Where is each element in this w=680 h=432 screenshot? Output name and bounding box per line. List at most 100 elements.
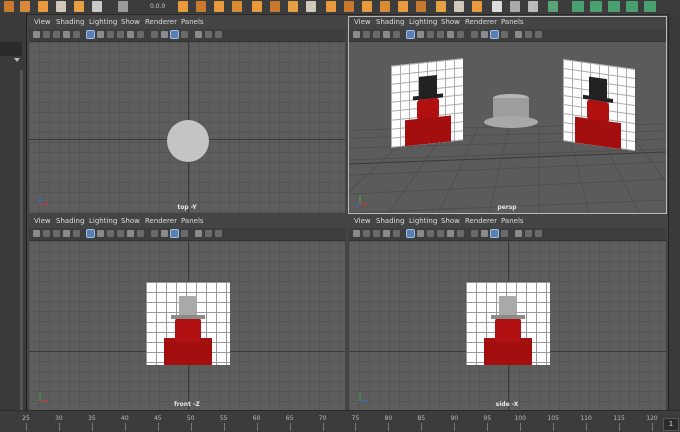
loft-icon[interactable] <box>416 1 426 12</box>
menu-panels[interactable]: Panels <box>181 18 204 27</box>
menu-show[interactable]: Show <box>441 217 460 226</box>
gate-mask-icon[interactable] <box>117 230 124 237</box>
chevron-down-icon[interactable] <box>14 58 20 62</box>
field-chart-icon[interactable] <box>447 230 454 237</box>
menu-panels[interactable]: Panels <box>501 217 524 226</box>
camera-attributes-icon[interactable] <box>373 31 380 38</box>
paint-tool-icon[interactable] <box>38 1 48 12</box>
menu-lighting[interactable]: Lighting <box>89 217 117 226</box>
viewport-canvas[interactable]: persp <box>349 42 666 213</box>
shadows-icon[interactable] <box>195 230 202 237</box>
safe-action-icon[interactable] <box>457 230 464 237</box>
gate-mask-icon[interactable] <box>117 31 124 38</box>
time-slider[interactable]: 25 30 35 40 45 50 55 60 65 70 75 80 85 90 95 100 105 110 1… <box>0 410 680 432</box>
grid-icon[interactable] <box>406 30 415 39</box>
menu-shading[interactable]: Shading <box>56 217 84 226</box>
grid-icon[interactable] <box>86 229 95 238</box>
xray-icon[interactable] <box>205 31 212 38</box>
camera-attributes-icon[interactable] <box>53 31 60 38</box>
safe-action-icon[interactable] <box>137 230 144 237</box>
pencil-curve-icon[interactable] <box>362 1 372 12</box>
bookmark-icon[interactable] <box>383 230 390 237</box>
rotate-tool-icon[interactable] <box>74 1 84 12</box>
image-plane-icon[interactable] <box>393 230 400 237</box>
viewport-top[interactable]: View Shading Lighting Show Renderer Pane… <box>29 17 345 213</box>
camera-icon[interactable] <box>118 1 128 12</box>
menu-renderer[interactable]: Renderer <box>465 18 497 27</box>
select-camera-icon[interactable] <box>33 230 40 237</box>
resolution-gate-icon[interactable] <box>107 230 114 237</box>
menu-show[interactable]: Show <box>441 18 460 27</box>
isolate-icon[interactable] <box>535 31 542 38</box>
wireframe-icon[interactable] <box>151 230 158 237</box>
menu-shading[interactable]: Shading <box>376 217 404 226</box>
cylinder-icon[interactable] <box>214 1 224 12</box>
camera-attributes-icon[interactable] <box>53 230 60 237</box>
menu-lighting[interactable]: Lighting <box>409 18 437 27</box>
attribute-editor-icon[interactable] <box>608 1 620 12</box>
menu-panels[interactable]: Panels <box>181 217 204 226</box>
bookmark-icon[interactable] <box>63 31 70 38</box>
viewport-persp[interactable]: View Shading Lighting Show Renderer Pane… <box>348 16 667 214</box>
wireframe-icon[interactable] <box>151 31 158 38</box>
menu-show[interactable]: Show <box>121 18 140 27</box>
bookmark-icon[interactable] <box>383 31 390 38</box>
arc-tool-icon[interactable] <box>380 1 390 12</box>
field-chart-icon[interactable] <box>127 230 134 237</box>
camera-attributes-icon[interactable] <box>373 230 380 237</box>
gate-mask-icon[interactable] <box>437 31 444 38</box>
textured-icon[interactable] <box>170 30 179 39</box>
move-tool-icon[interactable] <box>56 1 66 12</box>
select-tool-icon[interactable] <box>4 1 14 12</box>
lock-camera-icon[interactable] <box>363 230 370 237</box>
menu-renderer[interactable]: Renderer <box>145 217 177 226</box>
isolate-icon[interactable] <box>215 230 222 237</box>
image-plane-icon[interactable] <box>73 230 80 237</box>
hypershade-icon[interactable] <box>572 1 584 12</box>
menu-lighting[interactable]: Lighting <box>409 217 437 226</box>
safe-action-icon[interactable] <box>457 31 464 38</box>
textured-icon[interactable] <box>490 229 499 238</box>
lock-camera-icon[interactable] <box>363 31 370 38</box>
bevel-icon[interactable] <box>472 1 482 12</box>
render-icon[interactable] <box>528 1 538 12</box>
select-camera-icon[interactable] <box>33 31 40 38</box>
viewport-canvas[interactable]: front -Z <box>29 241 345 410</box>
viewport-canvas[interactable]: side -X <box>349 241 666 410</box>
toolbox-tab[interactable] <box>0 42 22 56</box>
plane-icon[interactable] <box>252 1 262 12</box>
ep-curve-icon[interactable] <box>344 1 354 12</box>
resolution-gate-icon[interactable] <box>427 31 434 38</box>
wireframe-icon[interactable] <box>471 31 478 38</box>
xray-icon[interactable] <box>525 230 532 237</box>
smooth-shade-icon[interactable] <box>161 230 168 237</box>
field-chart-icon[interactable] <box>447 31 454 38</box>
revolve-icon[interactable] <box>398 1 408 12</box>
menu-renderer[interactable]: Renderer <box>465 217 497 226</box>
xray-icon[interactable] <box>205 230 212 237</box>
menu-shading[interactable]: Shading <box>376 18 404 27</box>
lights-icon[interactable] <box>181 31 188 38</box>
menu-shading[interactable]: Shading <box>56 18 84 27</box>
film-gate-icon[interactable] <box>417 230 424 237</box>
menu-view[interactable]: View <box>34 18 51 27</box>
image-plane-icon[interactable] <box>393 31 400 38</box>
lattice-icon[interactable] <box>306 1 316 12</box>
ipr-icon[interactable] <box>548 1 558 12</box>
channel-box-icon[interactable] <box>644 1 656 12</box>
textured-icon[interactable] <box>170 229 179 238</box>
gate-mask-icon[interactable] <box>437 230 444 237</box>
toolbox-scrollbar[interactable] <box>20 70 23 410</box>
lasso-tool-icon[interactable] <box>20 1 30 12</box>
menu-view[interactable]: View <box>354 217 371 226</box>
reference-image-plane-right[interactable] <box>563 58 635 152</box>
smooth-shade-icon[interactable] <box>481 230 488 237</box>
lock-camera-icon[interactable] <box>43 31 50 38</box>
cone-icon[interactable] <box>232 1 242 12</box>
film-gate-icon[interactable] <box>97 31 104 38</box>
film-gate-icon[interactable] <box>417 31 424 38</box>
image-plane-icon[interactable] <box>73 31 80 38</box>
planar-icon[interactable] <box>454 1 464 12</box>
menu-panels[interactable]: Panels <box>501 18 524 27</box>
wireframe-icon[interactable] <box>471 230 478 237</box>
